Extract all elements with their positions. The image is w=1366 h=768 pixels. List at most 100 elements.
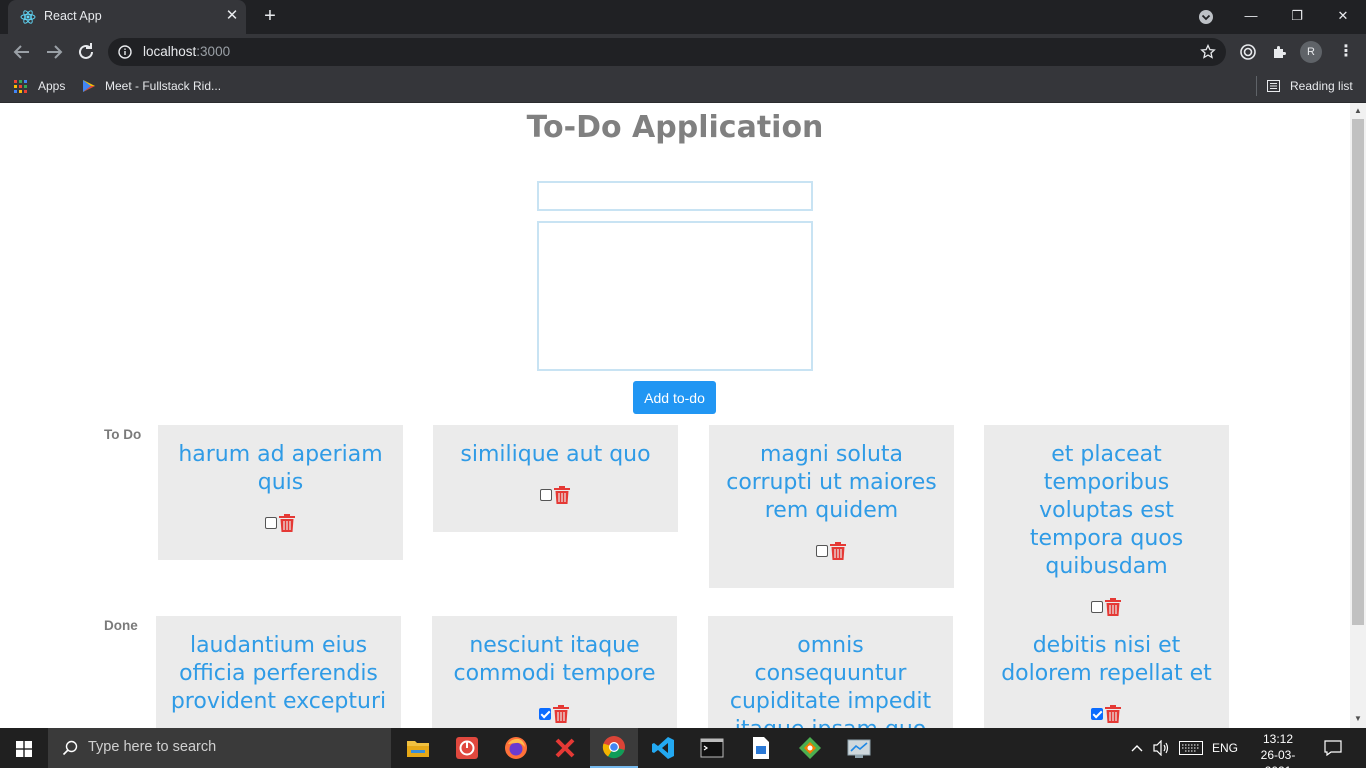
complete-checkbox[interactable] bbox=[1091, 601, 1103, 613]
todo-card-text: magni soluta corrupti ut maiores rem qui… bbox=[726, 442, 937, 523]
volume-icon[interactable] bbox=[1153, 728, 1171, 768]
trash-icon[interactable] bbox=[1104, 704, 1122, 724]
windows-taskbar: Type here to search ENG 13:12 26-03-202 bbox=[0, 728, 1366, 768]
trash-icon[interactable] bbox=[553, 485, 571, 505]
forward-arrow-icon[interactable] bbox=[42, 40, 66, 64]
todo-section-label: To Do bbox=[104, 427, 142, 442]
complete-checkbox[interactable] bbox=[265, 517, 277, 529]
react-icon bbox=[20, 10, 36, 24]
complete-checkbox[interactable] bbox=[816, 545, 828, 557]
done-card: nesciunt itaque commodi tempore bbox=[432, 616, 677, 728]
start-button[interactable] bbox=[0, 728, 48, 768]
minimize-button[interactable]: — bbox=[1228, 2, 1274, 30]
done-section-label: Done bbox=[104, 618, 138, 633]
done-card: laudantium eius officia perferendis prov… bbox=[156, 616, 401, 728]
bookmark-meet[interactable]: Meet - Fullstack Rid... bbox=[82, 77, 232, 95]
browser-tab[interactable]: React App ✕ bbox=[8, 0, 246, 34]
back-arrow-icon[interactable] bbox=[10, 40, 34, 64]
vscode-icon[interactable] bbox=[639, 728, 687, 768]
terminal-icon[interactable] bbox=[688, 728, 736, 768]
address-bar[interactable]: localhost:3000 bbox=[108, 38, 1226, 66]
search-icon bbox=[62, 740, 78, 756]
puzzle-extensions-icon[interactable] bbox=[1271, 43, 1289, 61]
clock-date: 26-03-2021 bbox=[1260, 748, 1296, 768]
reading-list-icon bbox=[1267, 80, 1280, 92]
scroll-down-arrow-icon[interactable]: ▼ bbox=[1354, 715, 1362, 723]
complete-checkbox[interactable] bbox=[1091, 708, 1103, 720]
bookmark-meet-label: Meet - Fullstack Rid... bbox=[105, 79, 222, 93]
taskbar-search-box[interactable]: Type here to search bbox=[48, 728, 391, 768]
reload-icon[interactable] bbox=[74, 40, 98, 64]
trash-icon[interactable] bbox=[829, 541, 847, 561]
todo-card-text: et placeat temporibus voluptas est tempo… bbox=[1029, 442, 1184, 579]
browser-menu-icon[interactable]: ⋮ bbox=[1338, 42, 1354, 62]
todo-card: harum ad aperiam quis bbox=[158, 425, 403, 560]
bookmark-star-icon[interactable] bbox=[1200, 44, 1216, 60]
taskbar-search-placeholder: Type here to search bbox=[88, 739, 217, 755]
todo-description-input[interactable] bbox=[537, 221, 813, 371]
done-card-text: laudantium eius officia perferendis prov… bbox=[170, 633, 387, 714]
trash-icon[interactable] bbox=[278, 513, 296, 533]
play-store-icon bbox=[83, 80, 95, 92]
trash-icon[interactable] bbox=[1104, 597, 1122, 617]
browser-toolbar: localhost:3000 bbox=[0, 34, 1366, 70]
bookmarks-divider bbox=[1256, 76, 1257, 96]
document-app-icon[interactable] bbox=[737, 728, 785, 768]
todo-title-input[interactable] bbox=[537, 181, 813, 211]
bookmark-apps[interactable]: Apps bbox=[14, 77, 74, 95]
todo-card: magni soluta corrupti ut maiores rem qui… bbox=[709, 425, 954, 588]
card-actions bbox=[158, 509, 403, 537]
red-x-app-icon[interactable] bbox=[541, 728, 589, 768]
trash-icon[interactable] bbox=[552, 704, 570, 724]
done-card: debitis nisi et dolorem repellat et bbox=[984, 616, 1229, 728]
browser-tab-bar: React App ✕ + — ❐ ✕ bbox=[0, 0, 1366, 34]
monitor-app-icon[interactable] bbox=[835, 728, 883, 768]
page-title: To-Do Application bbox=[526, 110, 824, 145]
close-window-button[interactable]: ✕ bbox=[1320, 2, 1366, 30]
add-todo-button[interactable]: Add to-do bbox=[633, 381, 716, 414]
chrome-icon[interactable] bbox=[590, 728, 638, 768]
profile-avatar[interactable]: R bbox=[1300, 41, 1322, 63]
done-card-text: nesciunt itaque commodi tempore bbox=[453, 633, 656, 686]
tab-title: React App bbox=[44, 9, 102, 23]
notification-center-icon[interactable] bbox=[1324, 728, 1342, 768]
close-tab-icon[interactable]: ✕ bbox=[224, 8, 240, 24]
tab-search-icon[interactable] bbox=[1198, 9, 1214, 25]
windows-logo-icon bbox=[16, 741, 32, 757]
new-tab-button[interactable]: + bbox=[259, 6, 281, 28]
shutdown-app-icon[interactable] bbox=[443, 728, 491, 768]
done-card-text: omnis consequuntur cupiditate impedit it… bbox=[729, 633, 932, 728]
show-hidden-icons[interactable] bbox=[1130, 728, 1144, 768]
card-actions bbox=[984, 700, 1229, 728]
card-actions bbox=[709, 537, 954, 565]
complete-checkbox[interactable] bbox=[539, 708, 551, 720]
file-explorer-icon[interactable] bbox=[394, 728, 442, 768]
done-card: omnis consequuntur cupiditate impedit it… bbox=[708, 616, 953, 728]
extension-circle-icon[interactable] bbox=[1239, 43, 1257, 61]
language-indicator[interactable]: ENG bbox=[1212, 728, 1238, 768]
firefox-icon[interactable] bbox=[492, 728, 540, 768]
scroll-up-arrow-icon[interactable]: ▲ bbox=[1354, 107, 1362, 115]
todo-card: similique aut quo bbox=[433, 425, 678, 532]
scroll-thumb[interactable] bbox=[1352, 119, 1364, 625]
git-tool-icon[interactable] bbox=[786, 728, 834, 768]
done-card-text: debitis nisi et dolorem repellat et bbox=[1001, 633, 1212, 686]
todo-card-text: similique aut quo bbox=[460, 442, 651, 467]
keyboard-icon[interactable] bbox=[1179, 728, 1203, 768]
reading-list-label: Reading list bbox=[1290, 79, 1353, 93]
taskbar-clock[interactable]: 13:12 26-03-2021 bbox=[1248, 731, 1308, 768]
complete-checkbox[interactable] bbox=[540, 489, 552, 501]
todo-card-text: harum ad aperiam quis bbox=[178, 442, 383, 495]
info-icon[interactable] bbox=[118, 45, 132, 59]
bookmarks-bar: Apps Meet - Fullstack Rid... Reading lis… bbox=[0, 70, 1366, 103]
reading-list-button[interactable]: Reading list bbox=[1267, 77, 1357, 95]
apps-grid-icon bbox=[14, 80, 27, 93]
card-actions bbox=[432, 700, 677, 728]
bookmark-apps-label: Apps bbox=[38, 79, 66, 93]
page-viewport: To-Do Application Add to-do To Do Done h… bbox=[0, 103, 1350, 728]
card-actions bbox=[433, 481, 678, 509]
todo-card: et placeat temporibus voluptas est tempo… bbox=[984, 425, 1229, 616]
clock-time: 13:12 bbox=[1262, 732, 1294, 746]
restore-button[interactable]: ❐ bbox=[1274, 2, 1320, 30]
page-scrollbar[interactable]: ▲ ▼ bbox=[1350, 103, 1366, 728]
